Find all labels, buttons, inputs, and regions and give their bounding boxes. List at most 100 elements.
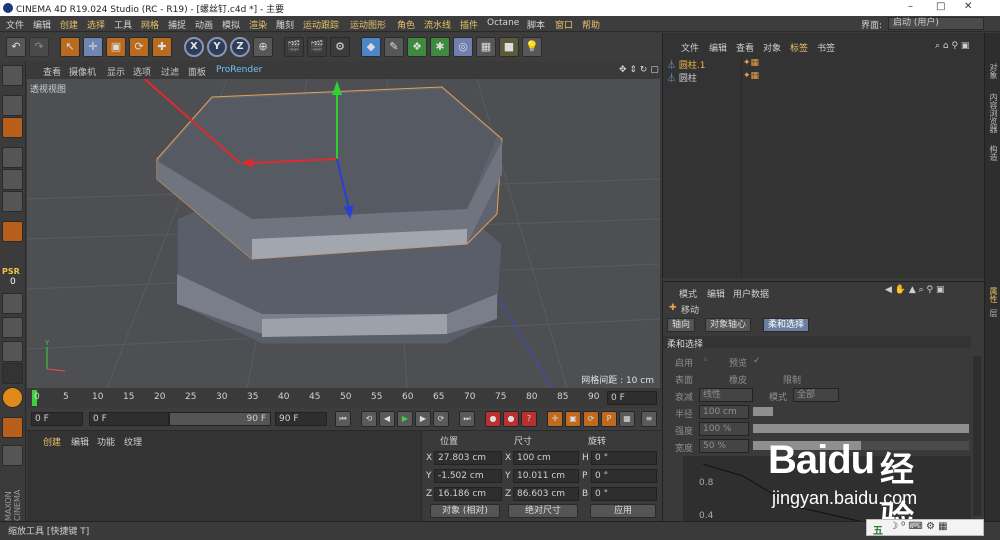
snap-icon[interactable]	[2, 293, 23, 314]
next-frame-icon[interactable]: ▶	[415, 411, 431, 427]
object-row[interactable]: ⏃ 圆柱.1 ✦▦	[667, 58, 759, 71]
object-name[interactable]: 圆柱	[679, 74, 697, 84]
array-icon[interactable]: ✱	[430, 37, 450, 57]
viewport-nav-icon[interactable]: ✥ ⇕ ↻ ▢	[619, 65, 659, 75]
menu-render[interactable]: 渲染	[249, 18, 267, 31]
range-end-field[interactable]: 90 F	[169, 412, 271, 426]
tab-object-axis[interactable]: 对象轴心	[705, 318, 752, 332]
polygons-mode-icon[interactable]	[2, 191, 23, 212]
close-button[interactable]: ✕	[964, 1, 972, 12]
viewport-menu-filter[interactable]: 过滤	[161, 65, 179, 78]
am-menu-userdata[interactable]: 用户数据	[733, 287, 769, 300]
material-menu-function[interactable]: 功能	[97, 435, 115, 448]
size-mode-select[interactable]: 绝对尺寸	[508, 504, 578, 518]
key-scale-icon[interactable]: ▣	[565, 411, 581, 427]
live-selection-icon[interactable]: ↖	[60, 37, 80, 57]
tab-axis[interactable]: 轴向	[667, 318, 696, 332]
s-plugin-icon[interactable]	[2, 387, 23, 408]
am-scrollbar[interactable]	[973, 356, 981, 516]
menu-character[interactable]: 角色	[397, 18, 415, 31]
floor-icon[interactable]: ▦	[476, 37, 496, 57]
record-icon[interactable]: ●	[485, 411, 501, 427]
model-mode-icon[interactable]	[2, 65, 23, 86]
edges-mode-icon[interactable]	[2, 169, 23, 190]
viewport-menu-view[interactable]: 查看	[43, 65, 61, 78]
texture-mode-icon[interactable]	[2, 95, 23, 116]
axis-mode-icon[interactable]	[2, 221, 23, 242]
menu-plugins[interactable]: 插件	[460, 18, 478, 31]
phong-tag-icon[interactable]: ✦▦	[743, 58, 759, 68]
object-row[interactable]: ⏃ 圆柱 ✦▦	[667, 71, 759, 84]
recent-tool-icon[interactable]: ✚	[152, 37, 172, 57]
pos-x-field[interactable]: 27.803 cm	[434, 451, 502, 465]
menu-file[interactable]: 文件	[6, 18, 24, 31]
menu-script[interactable]: 脚本	[527, 18, 545, 31]
next-key-icon[interactable]: ⟳	[433, 411, 449, 427]
viewport-menu-prorender[interactable]: ProRender	[216, 65, 262, 75]
size-z-field[interactable]: 86.603 cm	[513, 487, 579, 501]
redo-icon[interactable]: ↷	[29, 37, 49, 57]
grid-toggle-icon[interactable]	[2, 445, 23, 466]
menu-sculpt[interactable]: 雕刻	[276, 18, 294, 31]
menu-window[interactable]: 窗口	[555, 18, 573, 31]
points-mode-icon[interactable]	[2, 147, 23, 168]
menu-simulate[interactable]: 模拟	[222, 18, 240, 31]
radius-field[interactable]: 100 cm	[699, 405, 749, 419]
menu-mograph[interactable]: 运动图形	[350, 18, 386, 31]
workplane-icon[interactable]	[2, 117, 23, 138]
viewport-menu-display[interactable]: 显示	[107, 65, 125, 78]
previous-key-icon[interactable]: ⟲	[361, 411, 377, 427]
tab-layers[interactable]: 层	[988, 309, 999, 317]
menu-snap[interactable]: 捕捉	[168, 18, 186, 31]
scale-tool-icon[interactable]: ▣	[106, 37, 126, 57]
maximize-button[interactable]: □	[936, 1, 945, 12]
quantize-icon[interactable]	[2, 317, 23, 338]
z-axis-lock-icon[interactable]: Z	[230, 37, 250, 57]
tab-soft-selection[interactable]: 柔和选择	[763, 318, 810, 332]
am-menu-mode[interactable]: 模式	[679, 287, 697, 300]
pos-y-field[interactable]: -1.502 cm	[434, 469, 502, 483]
ime-icons[interactable]: ☽ ⁰ ⌨ ⚙ ▦	[889, 521, 948, 532]
apply-button[interactable]: 应用	[590, 504, 656, 518]
timeline-window-icon[interactable]: ≡	[641, 411, 657, 427]
enable-checkbox[interactable]: ◦	[703, 356, 708, 366]
material-menu-texture[interactable]: 纹理	[124, 435, 142, 448]
auto-key-icon[interactable]: ●	[503, 411, 519, 427]
rot-p-field[interactable]: 0 °	[591, 469, 657, 483]
viewport-menu-camera[interactable]: 摄像机	[69, 65, 96, 78]
tab-structure[interactable]: 构造	[988, 145, 999, 161]
current-frame-field[interactable]: 0 F	[607, 391, 657, 405]
minimize-button[interactable]: –	[908, 1, 913, 12]
viewport-menu-options[interactable]: 选项	[133, 65, 151, 78]
render-view-icon[interactable]: 🎬	[284, 37, 304, 57]
menu-help[interactable]: 帮助	[582, 18, 600, 31]
y-axis-lock-icon[interactable]: Y	[207, 37, 227, 57]
subdivision-icon[interactable]: ❖	[407, 37, 427, 57]
width-field[interactable]: 50 %	[699, 439, 749, 453]
go-to-end-icon[interactable]: ⏭	[459, 411, 475, 427]
coordinate-system-icon[interactable]: ⊕	[253, 37, 273, 57]
am-nav-icon[interactable]: ◀ ✋ ▲ ⌕ ⚲ ▣	[885, 285, 945, 295]
key-pla-icon[interactable]: ▦	[619, 411, 635, 427]
end-frame-field[interactable]: 90 F	[275, 412, 327, 426]
perspective-viewport[interactable]: Y 透视视图 网格间距 : 10 cm	[27, 79, 660, 388]
tab-content-browser[interactable]: 内容浏览器	[988, 93, 999, 133]
om-menu-tags[interactable]: 标签	[790, 41, 808, 54]
tab-objects[interactable]: 对象	[988, 63, 999, 79]
coordinate-mode-select[interactable]: 对象 (相对)	[430, 504, 500, 518]
keyframe-selection-icon[interactable]: ?	[521, 411, 537, 427]
render-settings-icon[interactable]: ⚙	[330, 37, 350, 57]
ime-toolbar[interactable]: 五 ☽ ⁰ ⌨ ⚙ ▦	[866, 519, 984, 537]
move-tool-icon[interactable]: ✛	[83, 37, 103, 57]
rot-h-field[interactable]: 0 °	[591, 451, 657, 465]
viewport-menu-panel[interactable]: 面板	[188, 65, 206, 78]
tab-attributes[interactable]: 属性	[988, 287, 999, 303]
camera-icon[interactable]: ■	[499, 37, 519, 57]
om-menu-bookmarks[interactable]: 书签	[817, 41, 835, 54]
mouse-icon[interactable]	[2, 341, 23, 362]
start-frame-field[interactable]: 0 F	[31, 412, 83, 426]
menu-octane[interactable]: Octane	[487, 18, 519, 28]
size-x-field[interactable]: 100 cm	[513, 451, 579, 465]
x-axis-lock-icon[interactable]: X	[184, 37, 204, 57]
key-parameter-icon[interactable]: P	[601, 411, 617, 427]
